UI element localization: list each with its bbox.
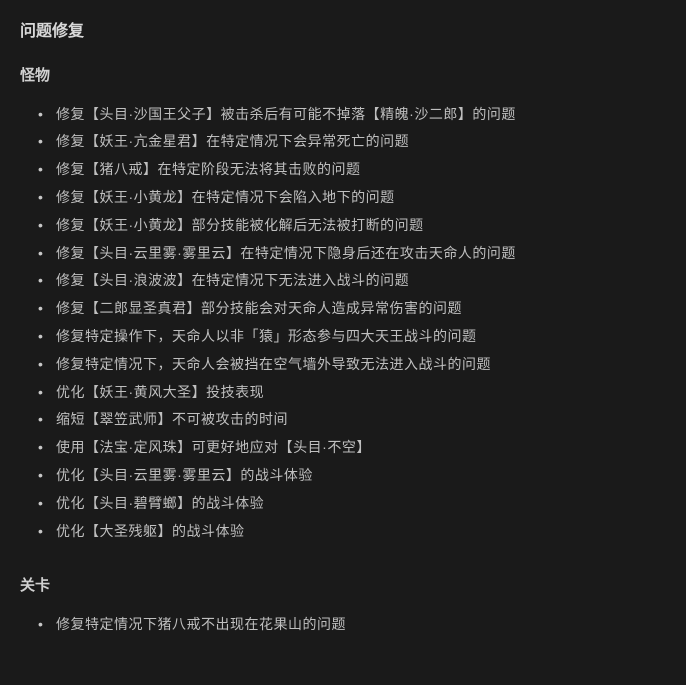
section-monsters: 怪物 修复【头目·沙国王父子】被击杀后有可能不掉落【精魄·沙二郎】的问题 修复【… (20, 63, 666, 543)
list-item: 缩短【翠笠武师】不可被攻击的时间 (38, 408, 666, 432)
list-item: 优化【头目·云里雾·雾里云】的战斗体验 (38, 464, 666, 488)
section-heading: 怪物 (20, 63, 666, 89)
list-item: 修复【猪八戒】在特定阶段无法将其击败的问题 (38, 158, 666, 182)
section-heading: 关卡 (20, 573, 666, 599)
list-item: 修复【头目·浪波波】在特定情况下无法进入战斗的问题 (38, 269, 666, 293)
list-item: 优化【妖王·黄风大圣】投技表现 (38, 381, 666, 405)
list-item: 使用【法宝·定风珠】可更好地应对【头目·不空】 (38, 436, 666, 460)
page-title: 问题修复 (20, 18, 666, 45)
list-item: 修复【头目·沙国王父子】被击杀后有可能不掉落【精魄·沙二郎】的问题 (38, 103, 666, 127)
monsters-list: 修复【头目·沙国王父子】被击杀后有可能不掉落【精魄·沙二郎】的问题 修复【妖王·… (20, 103, 666, 544)
list-item: 优化【头目·碧臂螂】的战斗体验 (38, 492, 666, 516)
list-item: 修复特定情况下，天命人会被挡在空气墙外导致无法进入战斗的问题 (38, 353, 666, 377)
list-item: 修复【头目·云里雾·雾里云】在特定情况下隐身后还在攻击天命人的问题 (38, 242, 666, 266)
list-item: 修复特定情况下猪八戒不出现在花果山的问题 (38, 613, 666, 637)
list-item: 修复【妖王·亢金星君】在特定情况下会异常死亡的问题 (38, 130, 666, 154)
list-item: 优化【大圣残躯】的战斗体验 (38, 520, 666, 544)
list-item: 修复特定操作下，天命人以非「猿」形态参与四大天王战斗的问题 (38, 325, 666, 349)
list-item: 修复【二郎显圣真君】部分技能会对天命人造成异常伤害的问题 (38, 297, 666, 321)
list-item: 修复【妖王·小黄龙】部分技能被化解后无法被打断的问题 (38, 214, 666, 238)
list-item: 修复【妖王·小黄龙】在特定情况下会陷入地下的问题 (38, 186, 666, 210)
section-levels: 关卡 修复特定情况下猪八戒不出现在花果山的问题 (20, 573, 666, 636)
levels-list: 修复特定情况下猪八戒不出现在花果山的问题 (20, 613, 666, 637)
